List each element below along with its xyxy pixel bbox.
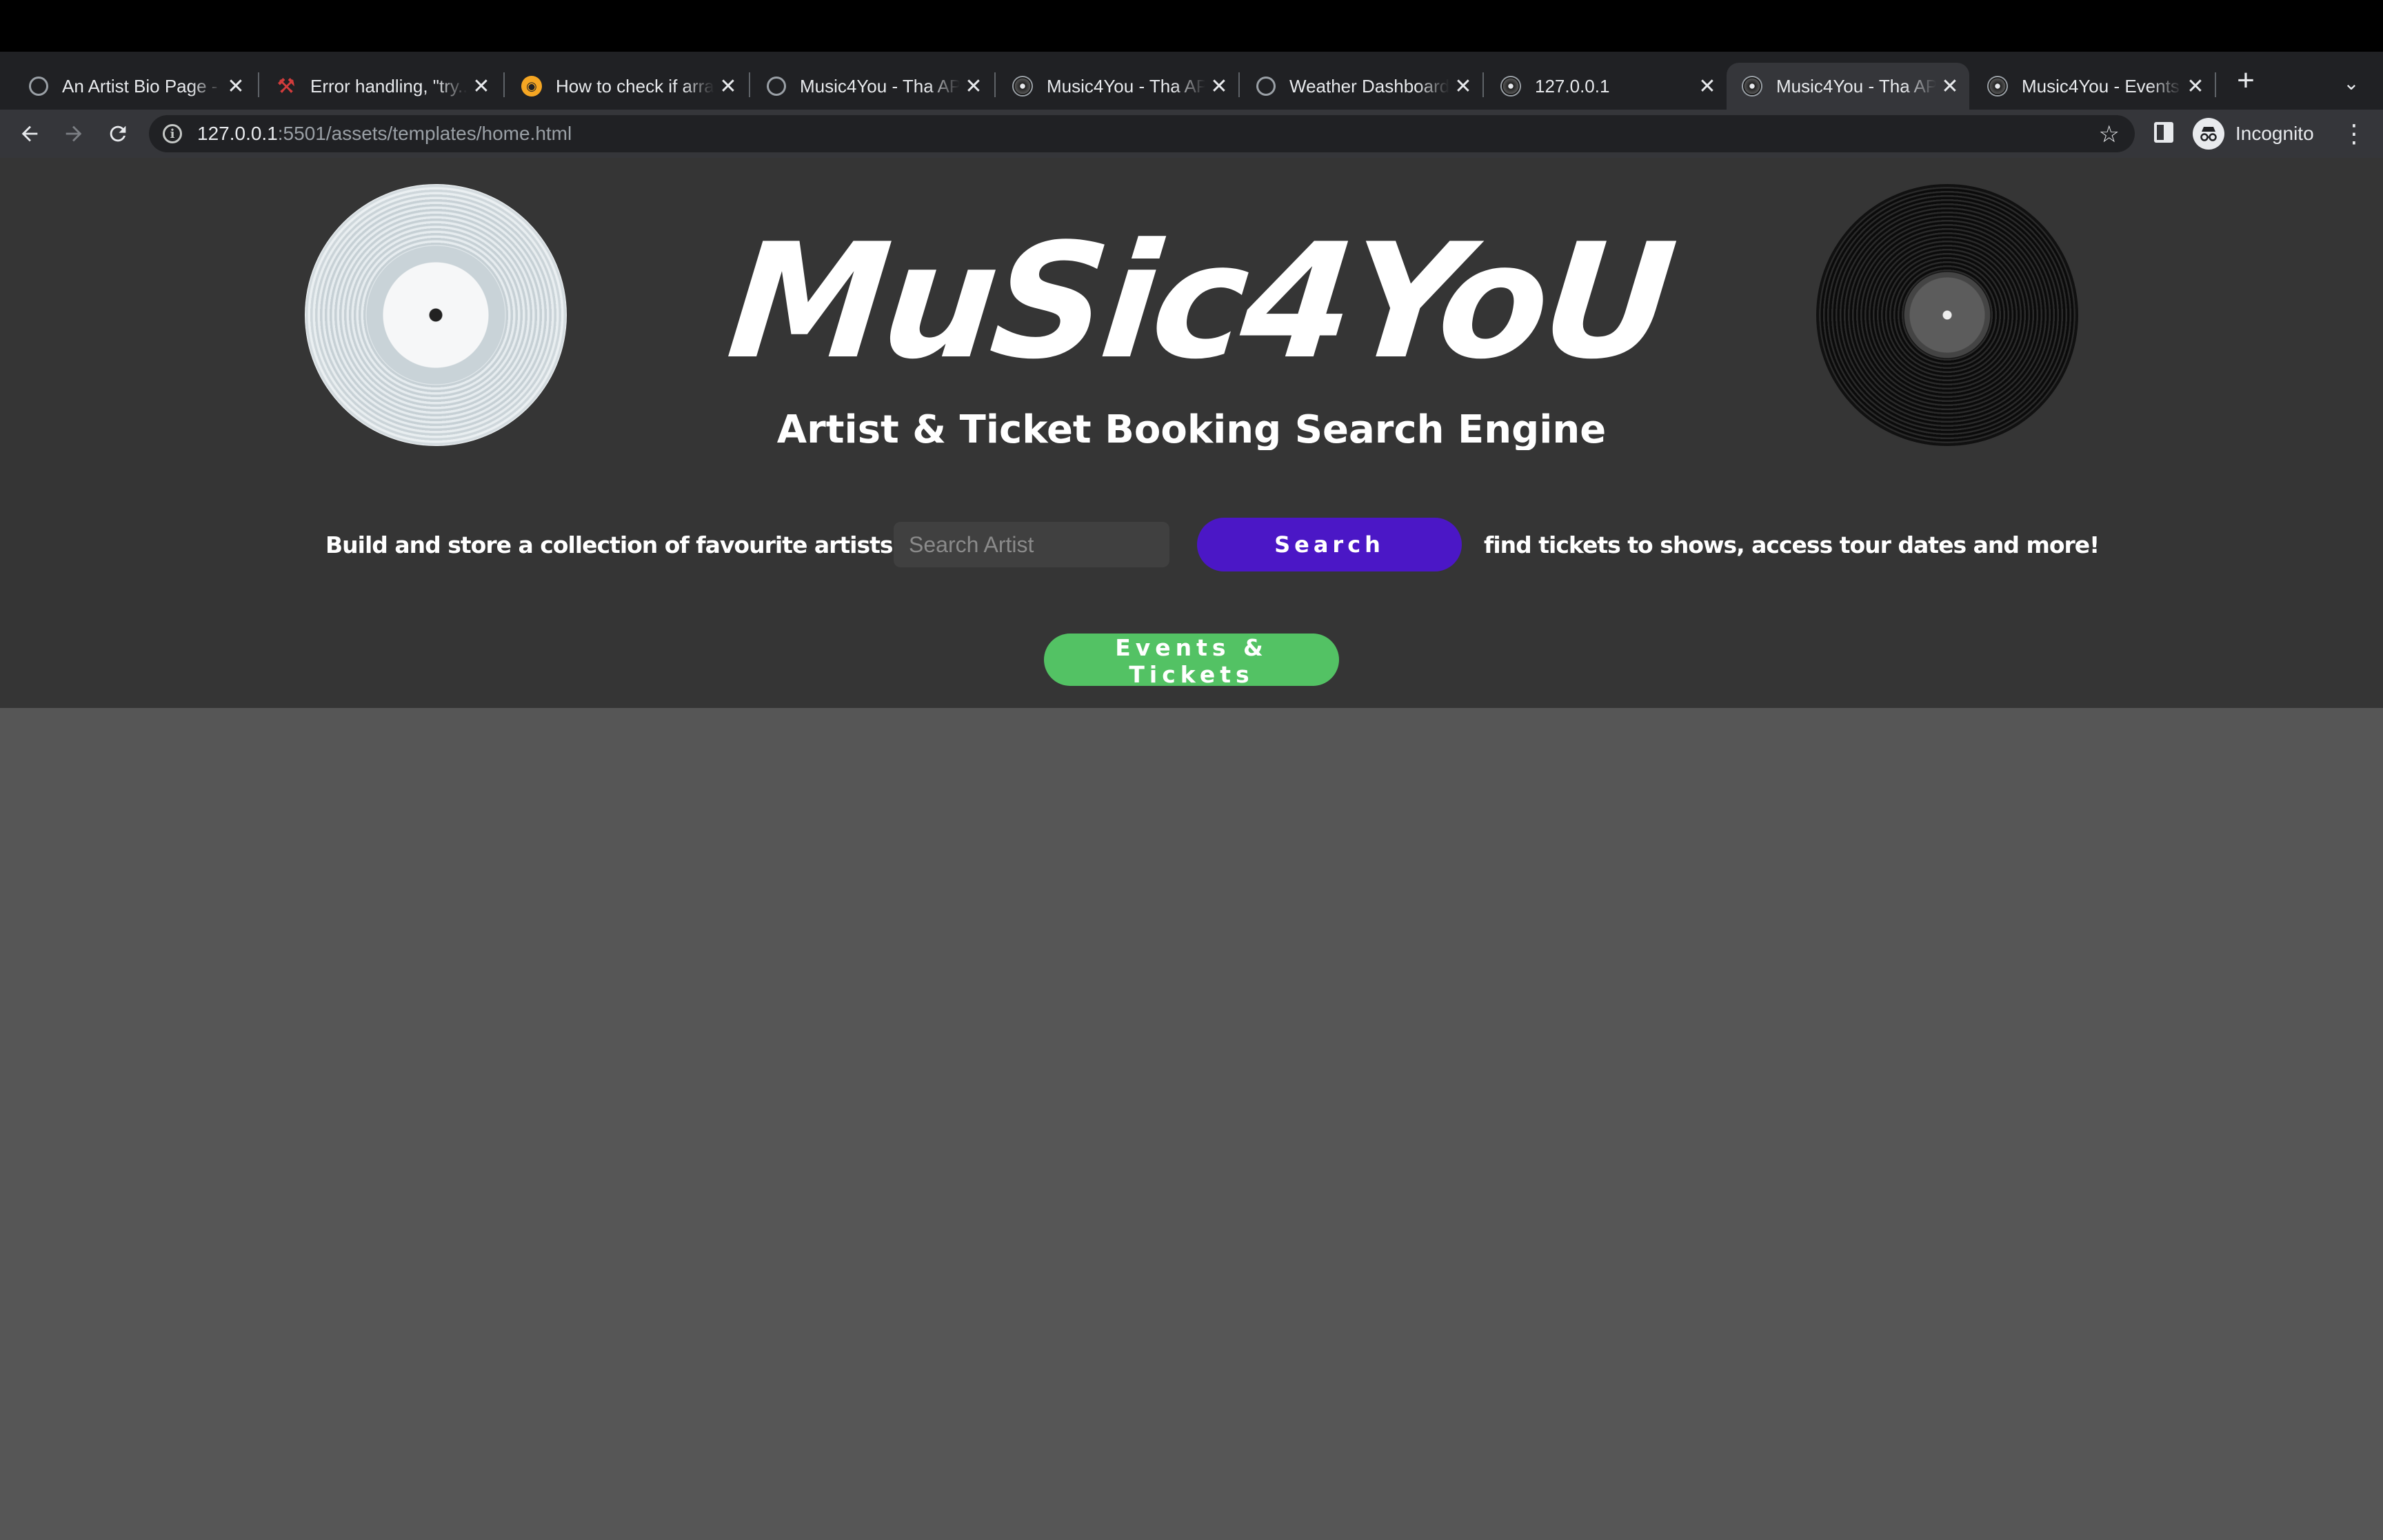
lead-text: Build and store a collection of favourit…	[325, 531, 917, 558]
page-content: MuSic4YoU Artist & Ticket Booking Search…	[0, 158, 2383, 1540]
close-icon[interactable]: ✕	[222, 72, 250, 100]
close-icon[interactable]: ✕	[960, 72, 987, 100]
dev-icon: ⚒	[276, 74, 296, 98]
tab-title: An Artist Bio Page -	[62, 75, 218, 97]
tab-title: 127.0.0.1	[1535, 75, 1610, 97]
forward-button[interactable]	[58, 118, 90, 150]
tab-separator	[1238, 72, 1240, 97]
close-icon[interactable]: ✕	[467, 72, 495, 100]
tab-title: Music4You - Tha AP	[800, 75, 960, 97]
tab-separator	[258, 72, 259, 97]
tab-error-handling[interactable]: ⚒ Error handling, "try... ✕	[261, 63, 501, 110]
close-icon[interactable]: ✕	[1449, 72, 1477, 100]
search-artist-input[interactable]	[894, 522, 1169, 567]
tab-separator	[1482, 72, 1484, 97]
globe-icon	[1256, 77, 1276, 96]
side-panel-icon[interactable]	[2154, 122, 2173, 143]
url-text: 127.0.0.1:5501/assets/templates/home.htm…	[197, 123, 572, 144]
record-icon	[1012, 76, 1033, 97]
tab-check-array[interactable]: ◉ How to check if array ✕	[506, 63, 747, 110]
tab-separator	[749, 72, 750, 97]
tab-title: Music4You - Tha AP	[1776, 75, 1936, 97]
tab-strip: An Artist Bio Page - ✕ ⚒ Error handling,…	[0, 52, 2383, 110]
close-icon[interactable]: ✕	[714, 72, 742, 100]
new-tab-button[interactable]: +	[2229, 63, 2263, 98]
silver-record-image	[305, 184, 567, 446]
tab-weather-dashboard[interactable]: Weather Dashboard ✕	[1241, 63, 1482, 110]
record-icon	[1987, 76, 2008, 97]
search-row: Build and store a collection of favourit…	[0, 516, 2383, 571]
tab-music4you-active[interactable]: Music4You - Tha AP ✕	[1727, 63, 1969, 110]
more-vert-icon[interactable]: ⋮	[2342, 118, 2366, 150]
tab-artist-bio[interactable]: An Artist Bio Page - ✕	[14, 63, 255, 110]
close-icon[interactable]: ✕	[2182, 72, 2209, 100]
stackoverflow-icon: ◉	[521, 76, 542, 97]
hero-banner: MuSic4YoU Artist & Ticket Booking Search…	[0, 158, 2383, 451]
chevron-down-icon[interactable]: ⌄	[2337, 69, 2365, 97]
close-icon[interactable]: ✕	[1936, 72, 1964, 100]
trail-text: find tickets to shows, access tour dates…	[1484, 531, 2100, 558]
tab-music4you-1[interactable]: Music4You - Tha AP ✕	[752, 63, 993, 110]
bookmark-star-icon[interactable]: ☆	[2099, 121, 2120, 148]
close-icon[interactable]: ✕	[1693, 72, 1721, 100]
record-icon	[1742, 76, 1762, 97]
window-titlebar	[0, 0, 2383, 52]
tab-title: How to check if array	[556, 75, 714, 97]
tab-localhost[interactable]: 127.0.0.1 ✕	[1485, 63, 1727, 110]
tab-title: Weather Dashboard	[1289, 75, 1449, 97]
arrow-left-icon	[21, 125, 38, 142]
profile-button[interactable]: Incognito	[2193, 116, 2314, 151]
close-icon[interactable]: ✕	[1205, 72, 1233, 100]
tab-title: Error handling, "try...	[310, 75, 467, 97]
events-tickets-button[interactable]: Events & Tickets	[1044, 634, 1339, 688]
tab-title: Music4You - Events	[2022, 75, 2180, 97]
arrow-right-icon	[66, 125, 82, 142]
tab-separator	[2215, 72, 2216, 97]
tab-title: Music4You - Tha AP	[1047, 75, 1205, 97]
record-icon	[1500, 76, 1521, 97]
tagline: Artist & Ticket Booking Search Engine	[776, 409, 1607, 451]
globe-icon	[767, 77, 786, 96]
tab-music4you-events[interactable]: Music4You - Events ✕	[1972, 63, 2215, 110]
tab-music4you-2[interactable]: Music4You - Tha AP ✕	[997, 63, 1238, 110]
incognito-icon	[2193, 118, 2224, 150]
black-record-image	[1819, 187, 2075, 443]
globe-icon	[29, 77, 48, 96]
tab-separator	[503, 72, 505, 97]
tab-separator	[994, 72, 996, 97]
reload-button[interactable]	[102, 118, 134, 150]
site-logo: MuSic4YoU	[721, 210, 1679, 394]
back-button[interactable]	[14, 118, 46, 150]
info-icon[interactable]: i	[163, 124, 182, 143]
reload-icon	[110, 125, 126, 142]
profile-label: Incognito	[2235, 123, 2314, 144]
address-bar[interactable]: i 127.0.0.1:5501/assets/templates/home.h…	[149, 115, 2135, 152]
search-button[interactable]: Search	[1197, 518, 1462, 571]
browser-toolbar: i 127.0.0.1:5501/assets/templates/home.h…	[0, 110, 2383, 158]
